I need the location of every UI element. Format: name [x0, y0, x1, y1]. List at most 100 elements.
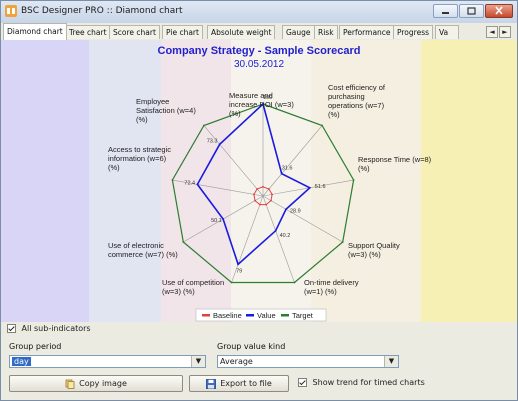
- value-point: [280, 172, 283, 175]
- target-point: [182, 241, 185, 243]
- data-label: 51.6: [315, 184, 326, 190]
- radar-axis-labels: Measure andincrease ROI (w=3)(%)Cost eff…: [108, 83, 432, 296]
- axis-label: Access to strategic: [108, 145, 171, 154]
- group-value-kind-value: Average: [220, 357, 253, 366]
- target-point: [352, 179, 355, 181]
- target-point: [321, 124, 323, 127]
- target-point: [293, 281, 296, 284]
- axis-label: operations (w=7): [328, 101, 385, 110]
- minimize-button[interactable]: [433, 4, 458, 18]
- target-point: [230, 281, 233, 284]
- tab-scroll-left-button[interactable]: ◄: [486, 26, 498, 38]
- data-label: 31.6: [282, 166, 293, 172]
- baseline-point: [271, 193, 273, 196]
- data-label: 79: [236, 268, 242, 274]
- axis-label: (%): [328, 110, 340, 119]
- value-point: [274, 229, 277, 232]
- baseline-point: [256, 188, 258, 190]
- value-point: [196, 183, 199, 186]
- tab-gauge[interactable]: Gauge: [282, 25, 315, 39]
- axis-label: (w=3) (%): [348, 250, 381, 259]
- radar-spoke: [262, 195, 343, 243]
- chevron-down-icon[interactable]: ▼: [384, 356, 398, 367]
- tab-score-chart[interactable]: Score chart: [109, 25, 160, 39]
- axis-label: (%): [229, 109, 241, 118]
- chart-date: 30.05.2012: [234, 59, 284, 70]
- axis-label: Support Quality: [348, 241, 400, 250]
- all-subindicators-row[interactable]: All sub-indicators: [7, 324, 91, 336]
- group-period-value: day: [12, 357, 31, 366]
- tab-risk[interactable]: Risk: [314, 25, 338, 39]
- axis-label: (%): [108, 163, 120, 172]
- baseline-point: [254, 199, 256, 202]
- axis-label: (%): [136, 115, 148, 124]
- legend: Baseline Value Target: [195, 308, 327, 322]
- copy-image-button[interactable]: Copy image: [9, 375, 183, 392]
- legend-swatch-target: [281, 314, 289, 317]
- maximize-button[interactable]: [459, 4, 484, 18]
- radar-spoke: [203, 125, 264, 197]
- group-value-kind-select[interactable]: Average ▼: [217, 355, 399, 368]
- value-point: [308, 186, 311, 189]
- app-window: BSC Designer PRO :: Diamond chart Diamon…: [0, 0, 518, 401]
- baseline-point: [270, 199, 272, 202]
- close-icon: [495, 6, 503, 15]
- data-label: 73.3: [207, 138, 218, 144]
- show-trend-checkbox[interactable]: [298, 378, 307, 387]
- axis-label: Cost efficiency of: [328, 83, 386, 92]
- show-trend-label: Show trend for timed charts: [312, 378, 425, 387]
- axis-label: Employee: [136, 97, 169, 106]
- data-label: 100: [263, 95, 272, 101]
- baseline-point: [262, 185, 264, 188]
- radar-spoke: [262, 179, 354, 197]
- target-point: [203, 124, 205, 127]
- value-point: [218, 143, 221, 146]
- axis-label: increase ROI (w=3): [229, 100, 294, 109]
- legend-label-value: Value: [257, 311, 276, 320]
- all-subindicators-checkbox[interactable]: [7, 324, 16, 333]
- data-label: 28.9: [290, 208, 301, 214]
- group-period-select[interactable]: day ▼: [9, 355, 206, 368]
- tab-performance[interactable]: Performance: [339, 25, 395, 39]
- radar-chart: Company Strategy - Sample Scorecard 30.0…: [108, 45, 432, 322]
- tab-scroll-right-button[interactable]: ►: [499, 26, 511, 38]
- maximize-icon: [467, 7, 476, 15]
- axis-label: (%): [358, 164, 370, 173]
- axis-label: commerce (w=7) (%): [108, 250, 178, 259]
- app-logo-icon: [5, 5, 17, 17]
- axis-label: Satisfaction (w=4): [136, 106, 196, 115]
- chevron-down-icon[interactable]: ▼: [191, 356, 205, 367]
- value-point: [285, 208, 287, 211]
- baseline-point: [268, 188, 270, 190]
- tab-progress[interactable]: Progress: [393, 25, 434, 39]
- axis-label: (w=3) (%): [162, 287, 195, 296]
- group-period-label: Group period: [9, 342, 62, 351]
- export-to-file-button[interactable]: Export to file: [189, 375, 289, 392]
- tab-absolute-weight[interactable]: Absolute weight: [207, 25, 276, 39]
- export-to-file-label: Export to file: [220, 379, 272, 388]
- all-subindicators-label: All sub-indicators: [21, 324, 91, 333]
- data-label: 72.4: [184, 180, 195, 186]
- axis-label: On-time delivery: [304, 278, 359, 287]
- baseline-point: [259, 203, 261, 206]
- tab-value[interactable]: Va: [435, 25, 459, 39]
- axis-label: Use of electronic: [108, 241, 164, 250]
- close-button[interactable]: [485, 4, 513, 18]
- floppy-disk-icon: [206, 378, 217, 389]
- axis-label: Response Time (w=8): [358, 155, 432, 164]
- copy-icon: [65, 379, 75, 389]
- tab-diamond-chart[interactable]: Diamond chart: [3, 23, 67, 40]
- axis-label: purchasing: [328, 92, 365, 101]
- legend-swatch-value: [246, 314, 254, 317]
- legend-label-baseline: Baseline: [213, 311, 242, 320]
- show-trend-row[interactable]: Show trend for timed charts: [298, 378, 425, 387]
- value-series-line: [196, 102, 312, 266]
- copy-image-label: Copy image: [79, 379, 127, 388]
- tab-tree-chart[interactable]: Tree chart: [65, 25, 111, 39]
- legend-label-target: Target: [292, 311, 314, 320]
- title-bar: BSC Designer PRO :: Diamond chart: [1, 1, 517, 24]
- window-title: BSC Designer PRO :: Diamond chart: [21, 6, 183, 16]
- data-label: 50.1: [211, 218, 222, 224]
- axis-label: information (w=6): [108, 154, 167, 163]
- tab-pie-chart[interactable]: Pie chart: [162, 25, 203, 39]
